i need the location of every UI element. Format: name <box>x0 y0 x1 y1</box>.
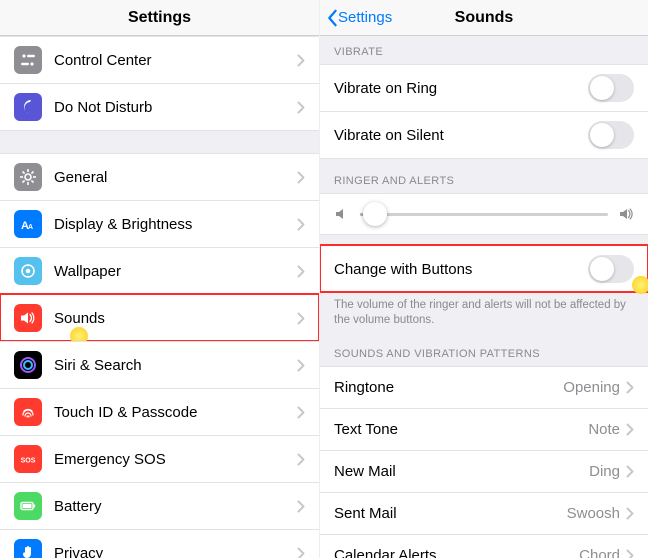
section-header-ringer: RINGER AND ALERTS <box>320 159 648 193</box>
settings-row-touch-id-passcode[interactable]: Touch ID & Passcode <box>0 388 319 435</box>
chevron-right-icon <box>297 406 305 419</box>
cell-label: Vibrate on Silent <box>334 127 588 144</box>
page-title: Sounds <box>455 9 514 27</box>
chevron-right-icon <box>297 265 305 278</box>
settings-row-display-brightness[interactable]: AA Display & Brightness <box>0 200 319 247</box>
cell-label: Sent Mail <box>334 505 567 522</box>
cell-label: Touch ID & Passcode <box>54 404 297 421</box>
settings-row-battery[interactable]: Battery <box>0 482 319 529</box>
change-with-buttons-cell[interactable]: Change with Buttons <box>320 245 648 292</box>
chevron-right-icon <box>297 171 305 184</box>
chevron-right-icon <box>297 218 305 231</box>
hand-icon <box>14 539 42 558</box>
back-button[interactable]: Settings <box>326 0 392 35</box>
cell-label: Do Not Disturb <box>54 99 297 116</box>
settings-row-do-not-disturb[interactable]: Do Not Disturb <box>0 83 319 131</box>
chevron-right-icon <box>297 359 305 372</box>
chevron-left-icon <box>326 9 338 27</box>
text-size-icon: AA <box>14 210 42 238</box>
cell-label: Privacy <box>54 545 297 558</box>
chevron-right-icon <box>297 312 305 325</box>
sounds-header: Settings Sounds <box>320 0 648 36</box>
settings-row-wallpaper[interactable]: Wallpaper <box>0 247 319 294</box>
cell-label: Sounds <box>54 310 297 327</box>
sounds-panel: Settings Sounds VIBRATE Vibrate on Ring V… <box>320 0 648 558</box>
page-title: Settings <box>128 9 191 27</box>
volume-high-icon <box>618 206 634 222</box>
sound-row-new-mail[interactable]: New MailDing <box>320 450 648 492</box>
cell-label: Control Center <box>54 52 297 69</box>
chevron-right-icon <box>297 500 305 513</box>
vibrate-row-0[interactable]: Vibrate on Ring <box>320 64 648 111</box>
cell-label: Calendar Alerts <box>334 547 579 558</box>
chevron-right-icon <box>626 423 634 436</box>
volume-slider-row[interactable] <box>320 193 648 235</box>
cell-label: New Mail <box>334 463 589 480</box>
cell-label: Vibrate on Ring <box>334 80 588 97</box>
chevron-right-icon <box>297 101 305 114</box>
section-header-patterns: SOUNDS AND VIBRATION PATTERNS <box>320 338 648 366</box>
chevron-right-icon <box>626 381 634 394</box>
cell-label: Battery <box>54 498 297 515</box>
cell-label: Ringtone <box>334 379 563 396</box>
cell-label: Siri & Search <box>54 357 297 374</box>
speaker-icon <box>14 304 42 332</box>
group-spacer <box>0 131 319 153</box>
cell-label: Text Tone <box>334 421 588 438</box>
cell-label: Change with Buttons <box>334 261 588 278</box>
settings-row-privacy[interactable]: Privacy <box>0 529 319 558</box>
svg-text:A: A <box>28 224 33 231</box>
sound-row-text-tone[interactable]: Text ToneNote <box>320 408 648 450</box>
sound-row-sent-mail[interactable]: Sent MailSwoosh <box>320 492 648 534</box>
siri-icon <box>14 351 42 379</box>
settings-header: Settings <box>0 0 319 36</box>
cursor-highlight-icon <box>632 276 648 294</box>
fingerprint-icon <box>14 398 42 426</box>
cell-label: Wallpaper <box>54 263 297 280</box>
sound-row-calendar-alerts[interactable]: Calendar AlertsChord <box>320 534 648 558</box>
chevron-right-icon <box>626 549 634 558</box>
chevron-right-icon <box>297 54 305 67</box>
explainer-text: The volume of the ringer and alerts will… <box>320 292 648 338</box>
cell-value: Chord <box>579 547 620 558</box>
settings-main-panel: Settings Control Center Do Not Disturb Ge… <box>0 0 320 558</box>
section-header-vibrate: VIBRATE <box>320 36 648 64</box>
settings-row-general[interactable]: General <box>0 153 319 200</box>
settings-row-sounds[interactable]: Sounds <box>0 294 319 341</box>
settings-row-emergency-sos[interactable]: SOS Emergency SOS <box>0 435 319 482</box>
chevron-right-icon <box>626 507 634 520</box>
vibrate-row-1[interactable]: Vibrate on Silent <box>320 111 648 159</box>
battery-icon <box>14 492 42 520</box>
cell-value: Opening <box>563 379 620 396</box>
toggle-switch[interactable] <box>588 255 634 283</box>
cell-value: Ding <box>589 463 620 480</box>
chevron-right-icon <box>297 453 305 466</box>
settings-row-control-center[interactable]: Control Center <box>0 36 319 83</box>
cell-label: Display & Brightness <box>54 216 297 233</box>
cell-label: General <box>54 169 297 186</box>
gear-icon <box>14 163 42 191</box>
volume-low-icon <box>334 206 350 222</box>
toggle-switch[interactable] <box>588 121 634 149</box>
toggle-switch[interactable] <box>588 74 634 102</box>
cell-label: Emergency SOS <box>54 451 297 468</box>
settings-row-siri-search[interactable]: Siri & Search <box>0 341 319 388</box>
control-center-icon <box>14 46 42 74</box>
sos-icon: SOS <box>14 445 42 473</box>
back-label: Settings <box>338 9 392 26</box>
cell-value: Swoosh <box>567 505 620 522</box>
volume-slider-thumb[interactable] <box>363 202 387 226</box>
svg-text:SOS: SOS <box>21 458 36 465</box>
chevron-right-icon <box>297 547 305 558</box>
chevron-right-icon <box>626 465 634 478</box>
moon-icon <box>14 93 42 121</box>
volume-slider-track[interactable] <box>360 213 608 216</box>
wallpaper-icon <box>14 257 42 285</box>
sound-row-ringtone[interactable]: RingtoneOpening <box>320 366 648 408</box>
cell-value: Note <box>588 421 620 438</box>
